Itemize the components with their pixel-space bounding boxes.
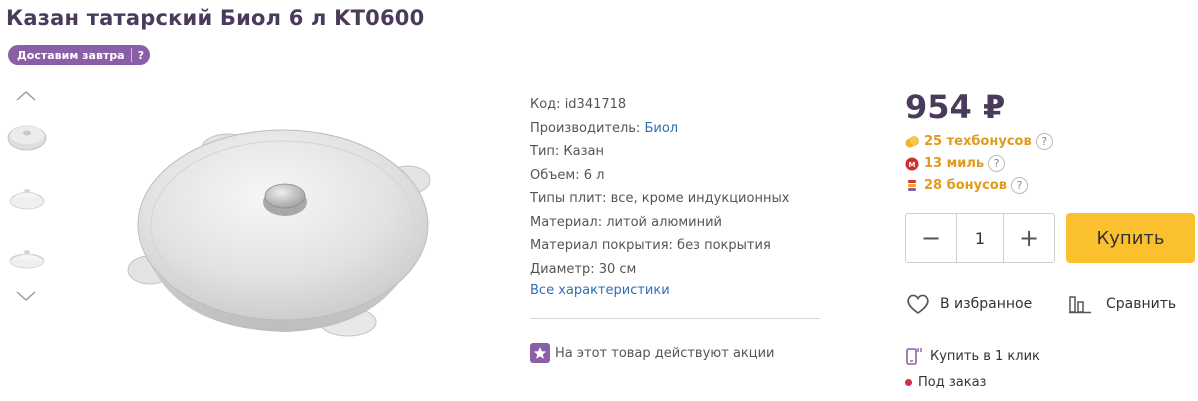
delivery-badge[interactable]: Доставим завтра ? [8,45,151,65]
add-to-favorites-button[interactable]: В избранное [905,292,1032,316]
product-image[interactable] [118,120,438,350]
price: 954 ₽ [905,88,1006,126]
compare-button[interactable]: Сравнить [1068,292,1176,316]
page-title: Казан татарский Биол 6 л KT0600 [6,6,425,30]
manufacturer-link[interactable]: Биол [644,121,678,136]
availability-label: Под заказ [918,375,987,390]
favorites-label: В избранное [940,296,1033,312]
bonus-row-miles: M 13 миль ? [905,155,1006,172]
compare-label: Сравнить [1106,296,1177,312]
miles-icon: M [905,157,919,171]
buy-one-click-button[interactable]: Купить в 1 клик [905,346,1040,366]
thumbnail-2[interactable] [6,178,48,218]
promo-text: На этот товар действуют акции [555,345,775,361]
spec-row-stove-types: Типы плит: все, кроме индукционных [530,191,790,206]
coin-icon [905,135,919,149]
spec-row-coating: Материал покрытия: без покрытия [530,238,771,253]
delivery-help-icon[interactable]: ? [138,49,144,62]
star-icon [530,343,550,363]
delivery-badge-divider [130,48,132,62]
spec-row-material: Материал: литой алюминий [530,214,722,230]
heart-icon [905,292,931,316]
specs-list: Код: id341718 Производитель: Биол Тип: К… [530,96,789,284]
bonus-row-bonus: 28 бонусов ? [905,177,1028,194]
svg-text:M: M [909,161,916,169]
availability-status: Под заказ [905,375,986,390]
thumbnail-1[interactable] [6,117,48,157]
quantity-minus-button[interactable]: − [906,214,956,262]
specs-divider [530,318,820,319]
delivery-badge-label: Доставим завтра [17,48,125,62]
thumbnail-down-arrow-icon[interactable] [14,288,38,302]
miles-help-icon[interactable]: ? [988,155,1006,172]
thumbnail-3[interactable] [6,237,48,277]
spec-row-volume: Объем: 6 л [530,167,605,183]
quantity-plus-button[interactable]: + [1004,214,1054,262]
quantity-stepper[interactable]: − 1 + [905,213,1055,263]
status-dot-icon [905,379,912,386]
buy-one-click-label: Купить в 1 клик [930,348,1040,364]
quantity-value[interactable]: 1 [956,214,1004,262]
all-characteristics-link[interactable]: Все характеристики [530,283,670,298]
thumbnail-up-arrow-icon[interactable] [14,88,38,102]
bonus-help-icon[interactable]: ? [1010,177,1028,194]
buy-button[interactable]: Купить [1066,213,1195,263]
spec-row-type: Тип: Казан [530,144,604,159]
bonus-row-techbonus: 25 техбонусов ? [905,133,1053,150]
spec-row-diameter: Диаметр: 30 см [530,261,637,277]
bonus-stack-icon [905,179,919,193]
compare-icon [1068,292,1092,316]
promo-link[interactable]: На этот товар действуют акции [530,343,775,363]
spec-row-manufacturer: Производитель: Биол [530,120,679,136]
techbonus-help-icon[interactable]: ? [1035,133,1053,150]
spec-row-code: Код: id341718 [530,97,627,112]
phone-icon [905,346,923,366]
